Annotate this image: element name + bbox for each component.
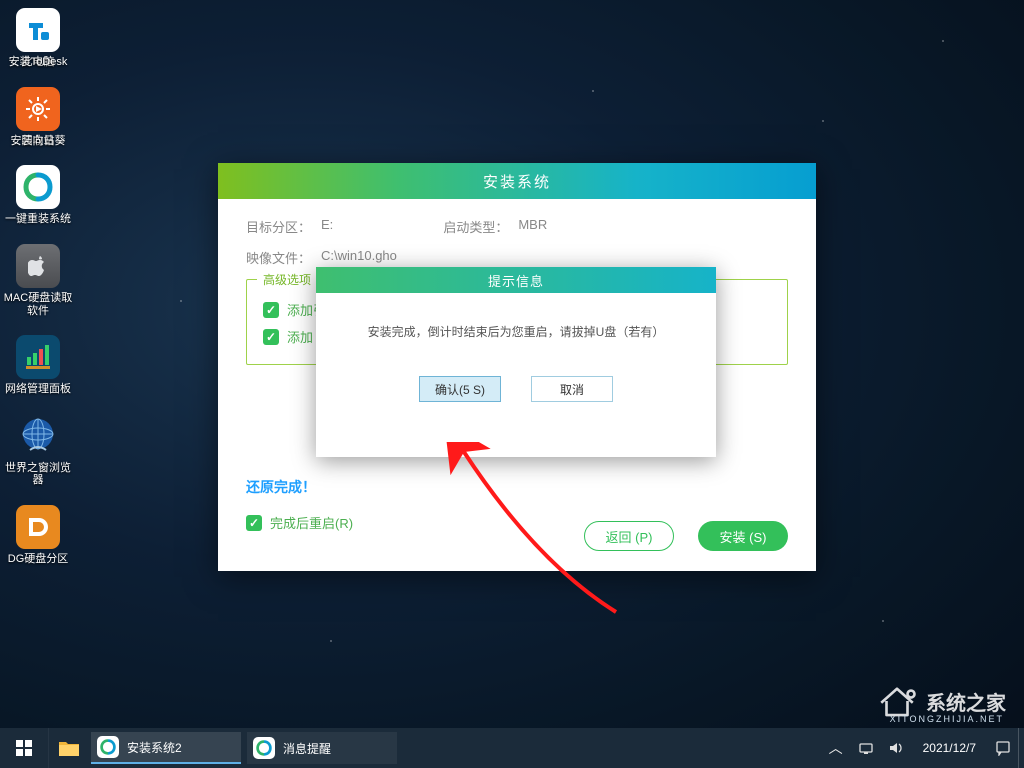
target-partition-label: 目标分区： xyxy=(246,217,311,236)
desktop-icon-label: 世界之窗浏览器 xyxy=(3,462,73,487)
image-file-label: 映像文件： xyxy=(246,248,311,267)
diskgenius-icon xyxy=(16,505,60,549)
network-panel-icon xyxy=(16,335,60,379)
taskbar-task-installer[interactable]: 安装系统2 xyxy=(91,732,241,764)
checkbox-label: 完成后重启(R) xyxy=(270,513,353,532)
desktop-icon-mac-disk-reader[interactable]: MAC硬盘读取软件 xyxy=(6,244,70,317)
prompt-title: 提示信息 xyxy=(316,267,716,293)
checkmark-icon xyxy=(263,329,279,345)
taskbar-task-label: 消息提醒 xyxy=(283,740,331,757)
target-partition-value: E: xyxy=(321,217,333,236)
watermark-subtext: XITONGZHIJIA.NET xyxy=(890,714,1004,724)
installer-task-icon xyxy=(97,736,119,758)
mac-disk-icon xyxy=(16,244,60,288)
desktop-icon-label: 网络管理面板 xyxy=(3,383,73,396)
checkbox-restart-after[interactable]: 完成后重启(R) xyxy=(246,513,353,532)
start-button[interactable] xyxy=(0,728,48,768)
desktop-icon-label: 安装ToDesk xyxy=(3,56,73,69)
reinstall-icon xyxy=(16,165,60,209)
installer-title: 安装系统 xyxy=(218,163,816,199)
confirm-button[interactable]: 确认(5 S) xyxy=(419,376,501,402)
desktop-icon-label: 安装向日葵 xyxy=(3,135,73,148)
desktop-icon-sunflower[interactable]: 安装向日葵 xyxy=(6,87,70,148)
boot-type-label: 启动类型： xyxy=(443,217,508,236)
taskbar-task-message[interactable]: 消息提醒 xyxy=(247,732,397,764)
todesk-icon xyxy=(16,8,60,52)
install-button[interactable]: 安装 (S) xyxy=(698,521,788,551)
checkbox-label: 添加 xyxy=(287,327,313,346)
taskbar: 安装系统2 消息提醒 ︿ 2021/12/7 xyxy=(0,728,1024,768)
taskbar-clock[interactable]: 2021/12/7 xyxy=(911,741,988,755)
windows-logo-icon xyxy=(16,740,32,756)
restore-complete-status: 还原完成！ xyxy=(246,477,788,497)
desktop-icon-onekey-reinstall[interactable]: 一键重装系统 xyxy=(6,165,70,226)
prompt-message: 安装完成，倒计时结束后为您重启，请拔掉U盘（若有） xyxy=(336,323,696,340)
checkmark-icon xyxy=(246,515,262,531)
tray-chevron-icon[interactable]: ︿ xyxy=(821,728,851,768)
desktop-icon-world-browser[interactable]: 世界之窗浏览器 xyxy=(6,414,70,487)
desktop-icon-label: MAC硬盘读取软件 xyxy=(3,292,73,317)
show-desktop-button[interactable] xyxy=(1018,728,1024,768)
tray-notifications-icon[interactable] xyxy=(988,728,1018,768)
advanced-options-legend: 高级选项 xyxy=(257,271,317,288)
message-task-icon xyxy=(253,737,275,759)
desktop-icons-col2: 安装ToDesk 安装向日葵 xyxy=(6,8,70,147)
globe-icon xyxy=(16,414,60,458)
back-button[interactable]: 返回 (P) xyxy=(584,521,674,551)
tray-volume-icon[interactable] xyxy=(881,728,911,768)
folder-icon xyxy=(58,739,80,757)
taskbar-file-explorer[interactable] xyxy=(48,728,88,768)
sunflower-icon xyxy=(16,87,60,131)
desktop-icon-todesk[interactable]: 安装ToDesk xyxy=(6,8,70,69)
checkmark-icon xyxy=(263,302,279,318)
taskbar-task-label: 安装系统2 xyxy=(127,739,182,756)
desktop-icon-network-manager[interactable]: 网络管理面板 xyxy=(6,335,70,396)
image-file-value: C:\win10.gho xyxy=(321,248,397,267)
watermark-text: 系统之家 xyxy=(926,687,1006,716)
desktop-icon-dg-partition[interactable]: DG硬盘分区 xyxy=(6,505,70,566)
desktop-icon-label: 一键重装系统 xyxy=(3,213,73,226)
cancel-button[interactable]: 取消 xyxy=(531,376,613,402)
boot-type-value: MBR xyxy=(518,217,547,236)
desktop-icon-label: DG硬盘分区 xyxy=(3,553,73,566)
prompt-dialog: 提示信息 安装完成，倒计时结束后为您重启，请拔掉U盘（若有） 确认(5 S) 取… xyxy=(316,267,716,457)
tray-network-icon[interactable] xyxy=(851,728,881,768)
